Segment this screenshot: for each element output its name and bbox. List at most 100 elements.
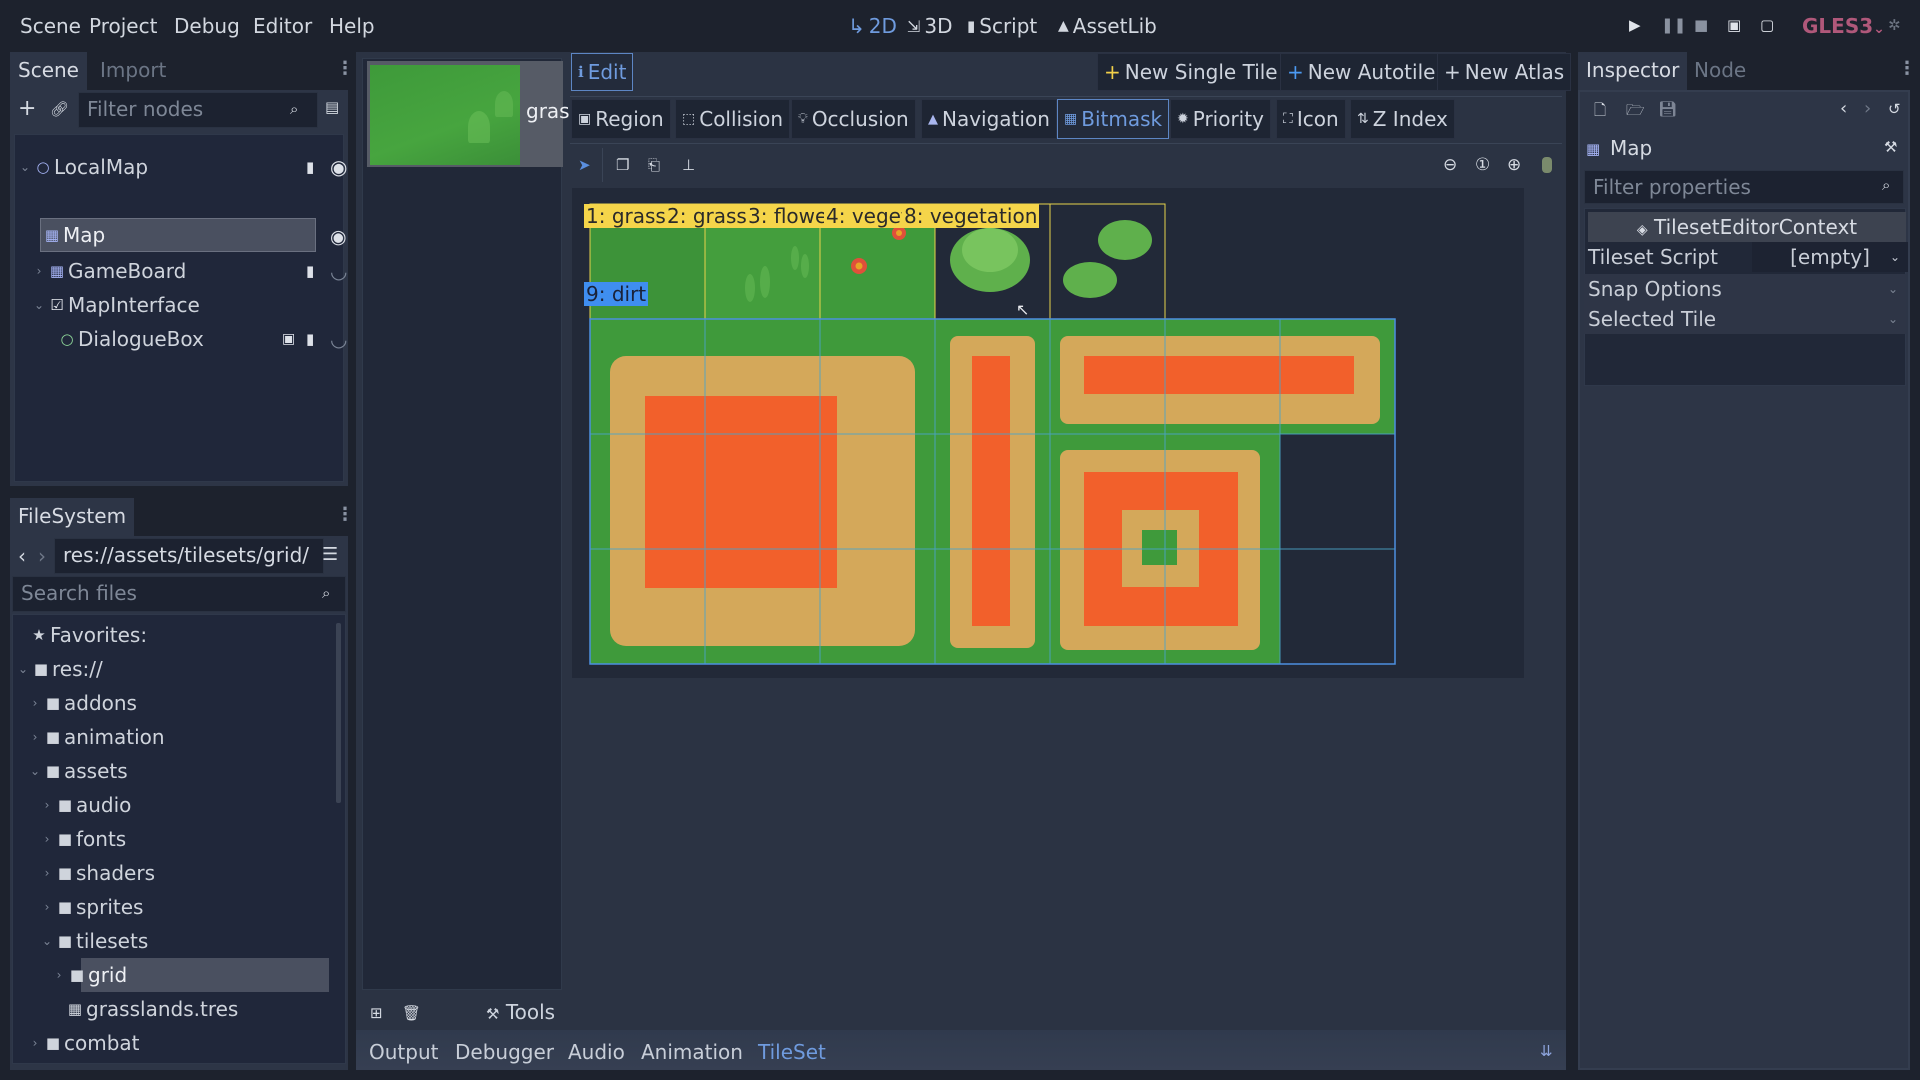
select-tool-icon[interactable]: ➤ bbox=[578, 156, 591, 174]
tileset-canvas[interactable]: 1: grass 2: grass 3: flower 4: veget 8: … bbox=[572, 188, 1524, 678]
edit-button[interactable]: ℹ Edit bbox=[571, 53, 634, 91]
chevron-down-icon[interactable]: ⌄ bbox=[32, 298, 46, 312]
script-icon[interactable]: ▮ bbox=[306, 330, 314, 348]
pause-icon[interactable]: ❚❚ bbox=[1661, 16, 1686, 34]
tab-scene[interactable]: Scene bbox=[10, 52, 87, 90]
visibility-icon[interactable]: ◉ bbox=[330, 226, 347, 248]
tab-debugger[interactable]: Debugger bbox=[455, 1040, 554, 1064]
tileset-script-select[interactable]: [empty] ⌄ bbox=[1752, 242, 1908, 272]
filter-properties-input[interactable]: Filter properties bbox=[1584, 170, 1904, 204]
mode-region[interactable]: ▣ Region bbox=[571, 99, 671, 139]
section-selected-tile[interactable]: Selected Tile ⌄ bbox=[1584, 304, 1906, 334]
tile-label-selected[interactable]: 9: dirt bbox=[584, 282, 649, 306]
tab-audio[interactable]: Audio bbox=[568, 1040, 625, 1064]
play-custom-scene-icon[interactable]: ▢ bbox=[1760, 16, 1774, 34]
fs-item-grid[interactable]: › ■ grid bbox=[52, 958, 128, 992]
inspector-menu-icon[interactable]: ⋮ bbox=[1898, 58, 1916, 79]
fs-item-combat[interactable]: › ■ combat bbox=[28, 1026, 140, 1060]
new-atlas-button[interactable]: + New Atlas bbox=[1437, 53, 1572, 91]
tab-output[interactable]: Output bbox=[369, 1040, 438, 1064]
path-field[interactable]: res://assets/tilesets/grid/ bbox=[54, 538, 324, 574]
add-texture-icon[interactable]: ⊞ bbox=[370, 1004, 383, 1022]
stop-icon[interactable]: ■ bbox=[1694, 16, 1708, 34]
tree-node-map[interactable]: ▦ Map bbox=[40, 218, 316, 252]
new-autotile-button[interactable]: + New Autotile bbox=[1280, 53, 1443, 91]
zoom-out-icon[interactable]: ⊖ bbox=[1443, 155, 1457, 175]
tab-inspector[interactable]: Inspector bbox=[1578, 52, 1688, 90]
filesystem-menu-icon[interactable]: ⋮ bbox=[336, 504, 354, 525]
tile-label[interactable]: 8: vegetation bbox=[902, 204, 1040, 228]
save-icon[interactable]: 💾︎ bbox=[1658, 100, 1677, 118]
mode-icon[interactable]: ⛶ Icon bbox=[1276, 99, 1346, 139]
zoom-in-icon[interactable]: ⊕ bbox=[1507, 155, 1521, 175]
script-icon[interactable]: ▮ bbox=[306, 262, 314, 280]
fs-item-animation[interactable]: › ■ animation bbox=[28, 720, 165, 754]
tile-label[interactable]: 1: grass bbox=[584, 204, 668, 228]
tile-list-item[interactable]: gras bbox=[367, 61, 570, 167]
tree-node-mapinterface[interactable]: ⌄ ☑ MapInterface bbox=[32, 288, 344, 322]
history-back-icon[interactable]: ‹ bbox=[1840, 98, 1847, 119]
menu-scene[interactable]: Scene bbox=[20, 14, 81, 38]
open-folder-icon[interactable]: 🗁︎ bbox=[1626, 100, 1645, 125]
object-tools-icon[interactable]: ⚒ bbox=[1884, 138, 1897, 156]
tree-node-localmap[interactable]: ⌄ ○ LocalMap ▮ ◉ bbox=[18, 150, 347, 184]
play-icon[interactable]: ▶ bbox=[1629, 16, 1641, 34]
renderer-select[interactable]: GLES3⌄ bbox=[1802, 14, 1885, 38]
new-single-tile-button[interactable]: + New Single Tile bbox=[1097, 53, 1285, 91]
scrollbar[interactable] bbox=[336, 623, 341, 803]
fs-item-res[interactable]: ⌄ ■ res:// bbox=[16, 652, 103, 686]
delete-icon[interactable]: 🗑︎ bbox=[402, 1004, 421, 1022]
new-resource-icon[interactable]: 🗋︎ bbox=[1594, 100, 1606, 125]
tab-animation[interactable]: Animation bbox=[641, 1040, 743, 1064]
split-view-icon[interactable]: ☰ bbox=[322, 544, 338, 565]
hidden-icon[interactable]: ◡ bbox=[330, 259, 347, 283]
tab-node[interactable]: Node bbox=[1686, 52, 1754, 90]
workspace-2d[interactable]: ↳ 2D bbox=[848, 14, 897, 38]
scene-dock-menu-icon[interactable]: ⋮ bbox=[336, 58, 354, 79]
scroll-toggle-icon[interactable] bbox=[1542, 157, 1552, 173]
tab-import[interactable]: Import bbox=[92, 52, 174, 90]
search-files-input[interactable]: Search files bbox=[12, 576, 346, 612]
play-scene-icon[interactable]: ▣ bbox=[1727, 16, 1741, 34]
mode-occlusion[interactable]: 💡︎ Occlusion bbox=[791, 99, 916, 139]
fs-item-sprites[interactable]: › ■ sprites bbox=[40, 890, 144, 924]
visibility-icon[interactable]: ◉ bbox=[330, 155, 347, 179]
fs-item-grasslands[interactable]: ▦ grasslands.tres bbox=[64, 992, 238, 1026]
tab-filesystem[interactable]: FileSystem bbox=[10, 498, 135, 536]
attach-script-icon[interactable]: ▤ bbox=[325, 98, 339, 116]
link-icon[interactable]: 🔗︎ bbox=[50, 100, 69, 118]
menu-help[interactable]: Help bbox=[329, 14, 375, 38]
forward-icon[interactable]: › bbox=[38, 544, 46, 568]
workspace-script[interactable]: ▮ Script bbox=[967, 14, 1037, 38]
tree-node-dialoguebox[interactable]: ○ DialogueBox ▣ ▮ ◡ bbox=[56, 322, 347, 356]
tab-tileset[interactable]: TileSet bbox=[758, 1040, 826, 1064]
mode-bitmask[interactable]: ▦ Bitmask bbox=[1057, 99, 1170, 139]
paste-bitmask-icon[interactable]: ⎗ bbox=[648, 156, 660, 174]
instance-icon[interactable]: ▣ bbox=[282, 331, 295, 347]
chevron-down-icon[interactable]: ⌄ bbox=[18, 160, 32, 174]
mode-priority[interactable]: ✹ Priority bbox=[1170, 99, 1271, 139]
mode-navigation[interactable]: ▲ Navigation bbox=[921, 99, 1057, 139]
workspace-3d[interactable]: ⇲ 3D bbox=[907, 14, 953, 38]
menu-project[interactable]: Project bbox=[89, 14, 157, 38]
tile-label[interactable]: 2: grass bbox=[665, 204, 749, 228]
fs-item-fonts[interactable]: › ■ fonts bbox=[40, 822, 127, 856]
mode-collision[interactable]: ⬚ Collision bbox=[675, 99, 790, 139]
workspace-assetlib[interactable]: ▲ AssetLib bbox=[1058, 14, 1157, 38]
zoom-reset-icon[interactable]: ① bbox=[1475, 155, 1490, 175]
tile-label[interactable]: 4: veget bbox=[824, 204, 911, 228]
fs-item-tilesets[interactable]: ⌄ ■ tilesets bbox=[40, 924, 148, 958]
history-forward-icon[interactable]: › bbox=[1864, 98, 1871, 119]
menu-editor[interactable]: Editor bbox=[253, 14, 312, 38]
fs-item-addons[interactable]: › ■ addons bbox=[28, 686, 137, 720]
chevron-right-icon[interactable]: › bbox=[32, 264, 46, 278]
erase-bitmask-icon[interactable]: ⊥ bbox=[682, 156, 695, 174]
copy-bitmask-icon[interactable]: ❐ bbox=[616, 156, 629, 174]
tools-button[interactable]: ⚒ Tools bbox=[486, 1000, 555, 1024]
section-snap-options[interactable]: Snap Options ⌄ bbox=[1584, 274, 1906, 304]
favorites-item[interactable]: ★ Favorites: bbox=[28, 618, 147, 652]
add-node-icon[interactable]: + bbox=[18, 96, 36, 121]
mode-z-index[interactable]: ⇅ Z Index bbox=[1350, 99, 1455, 139]
menu-debug[interactable]: Debug bbox=[174, 14, 240, 38]
fs-item-shaders[interactable]: › ■ shaders bbox=[40, 856, 155, 890]
